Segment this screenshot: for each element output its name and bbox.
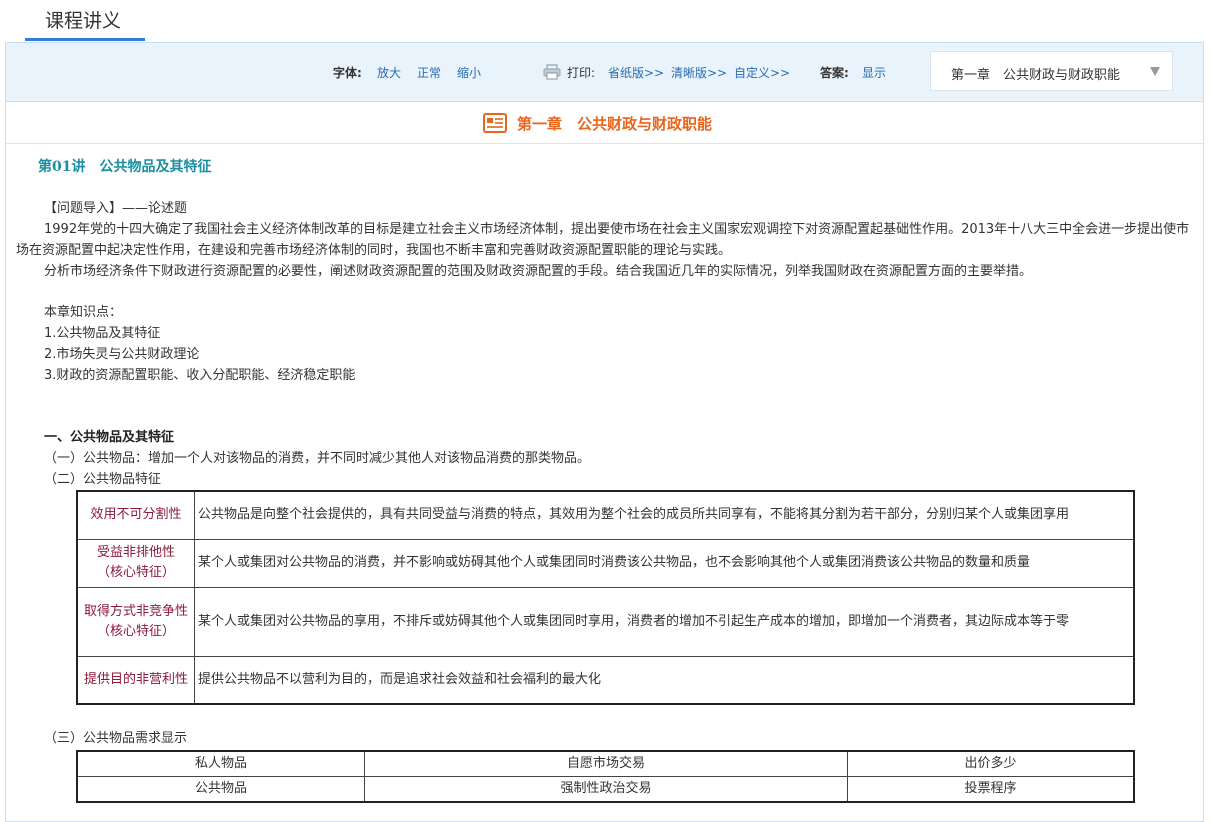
print-clear-link[interactable]: 清晰版>> — [671, 65, 727, 81]
lecture-title: 第01讲 公共物品及其特征 — [38, 159, 212, 175]
table-cell: 投票程序 — [847, 776, 1135, 803]
feature-key: 效用不可分割性 — [76, 490, 195, 540]
print-paper-saving-link[interactable]: 省纸版>> — [608, 65, 664, 81]
answer-label: 答案: — [820, 66, 849, 80]
chevron-down-icon — [1150, 67, 1160, 76]
feature-desc: 公共物品是向整个社会提供的，具有共同受益与消费的特点，其效用为整个社会的成员所共… — [194, 490, 1135, 540]
table-row: 私人物品 自愿市场交易 出价多少 — [76, 750, 1135, 777]
tab-course-notes[interactable]: 课程讲义 — [45, 6, 121, 33]
tab-bar: 课程讲义 — [0, 0, 1211, 42]
print-label: 打印: — [567, 66, 596, 80]
feature-desc: 某个人或集团对公共物品的享用，不排斥或妨碍其他个人或集团同时享用，消费者的增加不… — [194, 586, 1135, 657]
subsection-demand-heading: （三）公共物品需求显示 — [44, 731, 188, 746]
print-custom-link[interactable]: 自定义>> — [734, 65, 790, 81]
table-row: 取得方式非竞争性 （核心特征） 某个人或集团对公共物品的享用，不排斥或妨碍其他个人… — [76, 586, 1135, 657]
table-row: 效用不可分割性 公共物品是向整个社会提供的，具有共同受益与消费的特点，其效用为整… — [76, 490, 1135, 540]
table-cell: 出价多少 — [847, 750, 1135, 777]
subsection-features-heading: （二）公共物品特征 — [44, 472, 162, 487]
table-row: 提供目的非营利性 提供公共物品不以营利为目的，而是追求社会效益和社会福利的最大化 — [76, 655, 1135, 705]
knowledge-heading: 本章知识点： — [44, 305, 123, 320]
subsection-definition: （一）公共物品：增加一个人对该物品的消费，并不同时减少其他人对该物品消费的那类物… — [44, 451, 591, 466]
table-cell: 自愿市场交易 — [364, 750, 848, 777]
font-normal-link[interactable]: 正常 — [417, 65, 441, 81]
printer-icon[interactable] — [543, 64, 561, 80]
book-icon — [483, 113, 507, 133]
font-size-label: 字体: — [333, 66, 362, 80]
chapter-select[interactable]: 第一章 公共财政与财政职能 — [930, 51, 1173, 91]
table-cell: 私人物品 — [76, 750, 365, 777]
intro-paragraph-1: 1992年党的十四大确定了我国社会主义经济体制改革的目标是建立社会主义市场经济体… — [16, 222, 1190, 258]
section-heading: 一、公共物品及其特征 — [44, 430, 175, 445]
demand-table: 私人物品 自愿市场交易 出价多少 公共物品 强制性政治交易 投票程序 — [76, 750, 1135, 803]
intro-paragraph-2: 分析市场经济条件下财政进行资源配置的必要性，阐述财政资源配置的范围及财政资源配置… — [44, 264, 1033, 279]
knowledge-point: 2.市场失灵与公共财政理论 — [44, 347, 200, 362]
font-shrink-link[interactable]: 缩小 — [457, 65, 481, 81]
table-cell: 强制性政治交易 — [364, 776, 848, 803]
knowledge-point: 1.公共物品及其特征 — [44, 326, 161, 341]
feature-key: 提供目的非营利性 — [76, 655, 195, 705]
feature-desc: 提供公共物品不以营利为目的，而是追求社会效益和社会福利的最大化 — [194, 655, 1135, 705]
table-cell: 公共物品 — [76, 776, 365, 803]
chapter-title: 第一章 公共财政与财政职能 — [517, 115, 713, 133]
answer-show-link[interactable]: 显示 — [862, 65, 886, 81]
active-tab-indicator — [25, 38, 145, 41]
feature-desc: 某个人或集团对公共物品的消费，并不影响或妨碍其他个人或集团同时消费该公共物品，也… — [194, 538, 1135, 588]
table-row: 受益非排他性 （核心特征） 某个人或集团对公共物品的消费，并不影响或妨碍其他个人或… — [76, 538, 1135, 588]
chapter-select-value: 第一章 公共财政与财政职能 — [951, 68, 1121, 83]
feature-key: 受益非排他性 （核心特征） — [76, 538, 195, 588]
features-table: 效用不可分割性 公共物品是向整个社会提供的，具有共同受益与消费的特点，其效用为整… — [76, 490, 1135, 705]
font-enlarge-link[interactable]: 放大 — [377, 65, 401, 81]
knowledge-point: 3.财政的资源配置职能、收入分配职能、经济稳定职能 — [44, 368, 356, 383]
feature-key: 取得方式非竞争性 （核心特征） — [76, 586, 195, 657]
table-row: 公共物品 强制性政治交易 投票程序 — [76, 776, 1135, 803]
intro-heading: 【问题导入】——论述题 — [44, 201, 188, 216]
